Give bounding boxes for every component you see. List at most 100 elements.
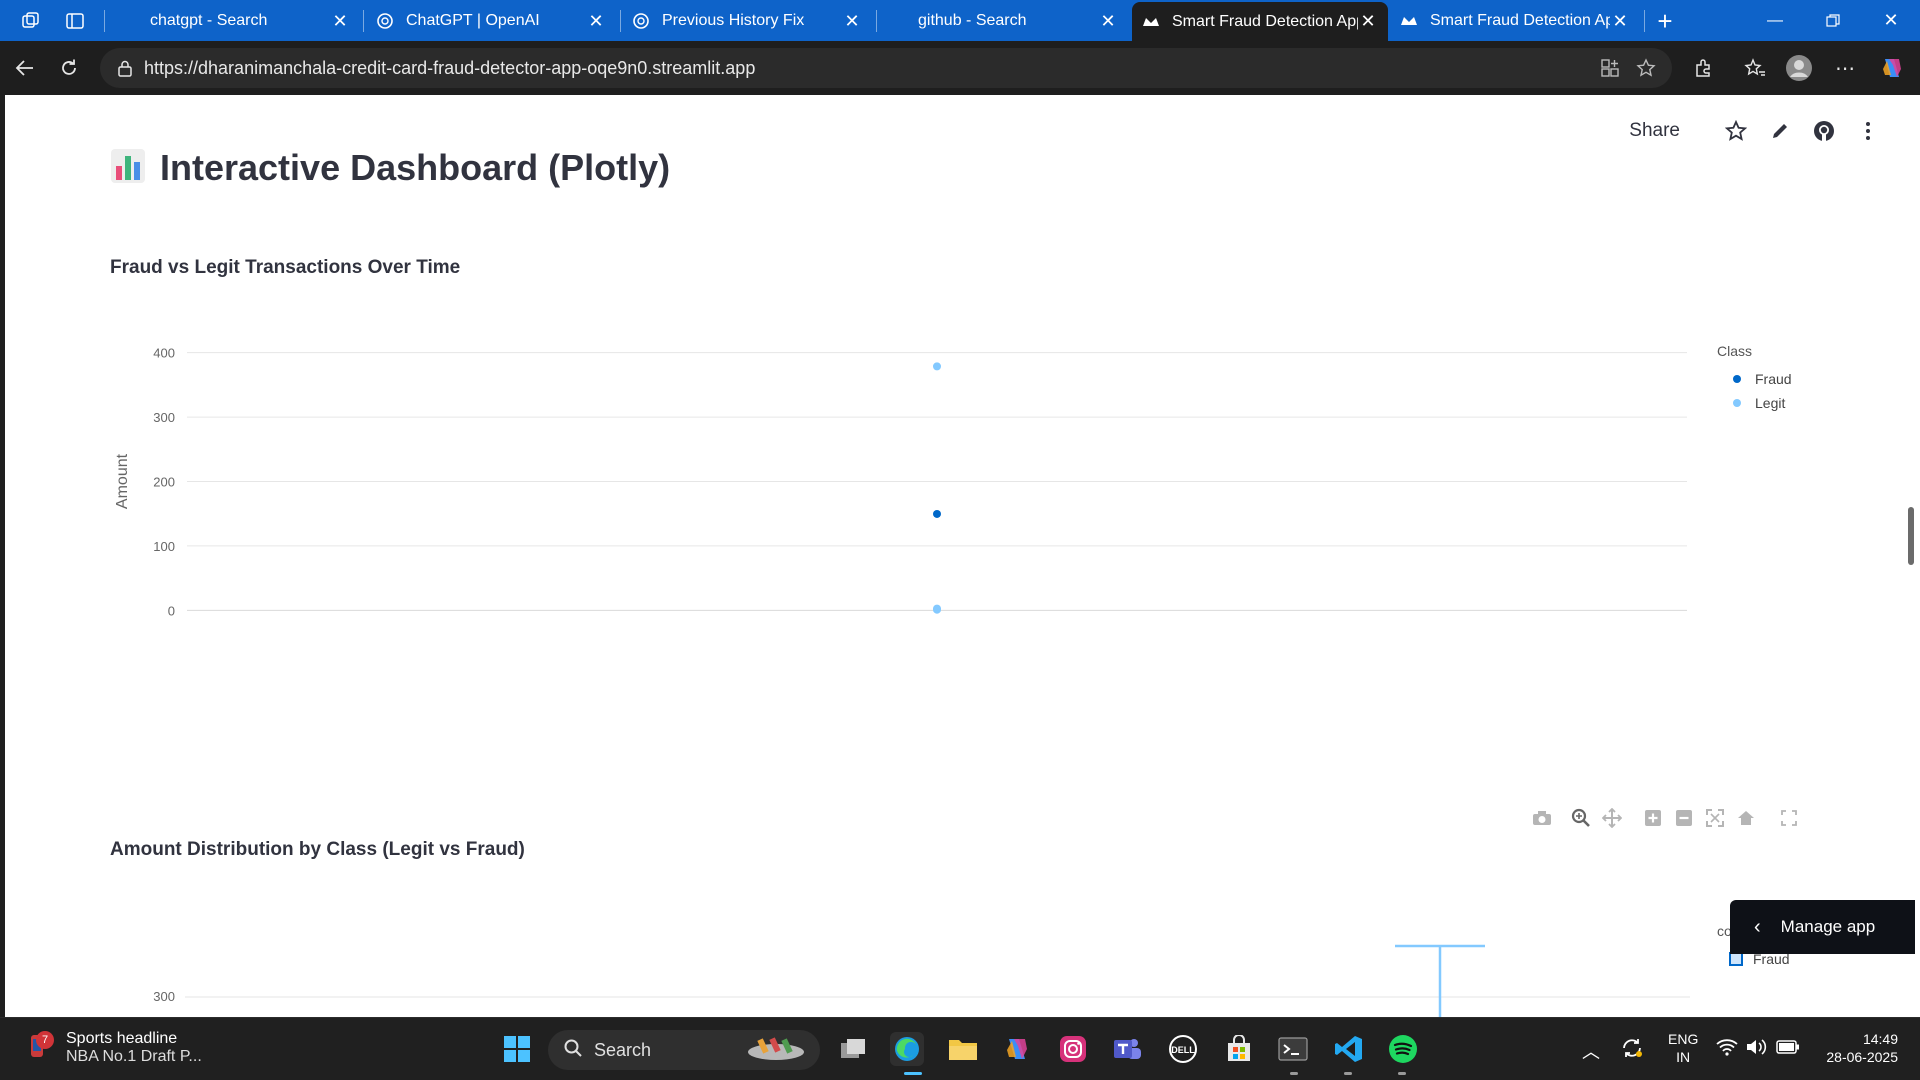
- openai-icon: [632, 12, 650, 30]
- sync-icon[interactable]: [1620, 1036, 1644, 1063]
- y-tick-label: 300: [153, 410, 175, 425]
- zoom-out-icon[interactable]: [1671, 805, 1697, 831]
- search-icon: [564, 1039, 582, 1062]
- pan-icon[interactable]: [1599, 805, 1625, 831]
- close-icon[interactable]: ✕: [1610, 11, 1630, 32]
- more-menu-icon[interactable]: ⋯: [1830, 53, 1860, 83]
- terminal-icon[interactable]: [1276, 1032, 1310, 1066]
- system-clock[interactable]: 14:49 28-06-2025: [1812, 1030, 1898, 1066]
- refresh-icon[interactable]: [54, 53, 84, 83]
- profile-avatar-icon[interactable]: [1784, 53, 1814, 83]
- close-icon[interactable]: ✕: [1098, 11, 1118, 32]
- tab-smart-fraud[interactable]: Smart Fraud Detection App ✕: [1390, 4, 1640, 38]
- tab-title: Smart Fraud Detection App: [1430, 12, 1610, 29]
- data-point-fraud: [933, 509, 941, 518]
- autoscale-icon[interactable]: [1702, 805, 1728, 831]
- battery-icon[interactable]: [1776, 1039, 1800, 1058]
- tab-title: ChatGPT | OpenAI: [406, 12, 540, 29]
- tab-chatgpt-search[interactable]: chatgpt - Search ✕: [110, 4, 360, 38]
- wifi-icon[interactable]: [1716, 1038, 1738, 1059]
- tab-title: chatgpt - Search: [150, 12, 268, 29]
- copilot-app-icon[interactable]: [1000, 1032, 1034, 1066]
- lang-region: IN: [1676, 1049, 1691, 1065]
- chart2-title: Amount Distribution by Class (Legit vs F…: [110, 839, 525, 860]
- streamlit-app: Share Interactive Dashboard (Plotly) Fra…: [5, 95, 1920, 1017]
- legend-item-fraud[interactable]: Fraud: [1717, 367, 1792, 391]
- y-tick-label: 400: [153, 346, 175, 361]
- star-icon[interactable]: [1722, 117, 1750, 145]
- dashboard-title: Interactive Dashboard (Plotly): [160, 147, 671, 188]
- tab-github-search[interactable]: github - Search ✕: [878, 4, 1128, 38]
- close-window-icon[interactable]: ✕: [1862, 0, 1920, 41]
- chevron-left-icon: ‹: [1754, 915, 1761, 938]
- y-tick-label: 0: [168, 603, 175, 618]
- instagram-icon[interactable]: [1056, 1032, 1090, 1066]
- y-tick-label: 200: [153, 475, 175, 490]
- windows-start-icon[interactable]: [500, 1032, 534, 1066]
- tab-title: Smart Fraud Detection App: [1172, 12, 1358, 30]
- zoom-icon[interactable]: [1568, 805, 1594, 831]
- windows-taskbar: 7 Sports headline NBA No.1 Draft P... Se…: [0, 1017, 1920, 1080]
- minimize-icon[interactable]: —: [1746, 0, 1804, 41]
- tab-smart-fraud-active[interactable]: Smart Fraud Detection App ✕: [1132, 2, 1388, 41]
- legend-item-legit[interactable]: Legit: [1717, 391, 1792, 415]
- workspaces-icon[interactable]: [18, 8, 44, 34]
- manage-app-button[interactable]: ‹ Manage app: [1730, 900, 1915, 954]
- file-explorer-icon[interactable]: [946, 1032, 980, 1066]
- openai-icon: [376, 12, 394, 30]
- y-tick-300: 300: [153, 989, 175, 1004]
- lock-icon[interactable]: [116, 59, 134, 77]
- microsoft-store-icon[interactable]: [1222, 1032, 1256, 1066]
- dell-icon[interactable]: DELL: [1166, 1032, 1200, 1066]
- chart1-title: Fraud vs Legit Transactions Over Time: [110, 257, 461, 278]
- tab-chatgpt-openai[interactable]: ChatGPT | OpenAI ✕: [366, 4, 616, 38]
- teams-icon[interactable]: [1110, 1032, 1144, 1066]
- share-button[interactable]: Share: [1629, 120, 1680, 142]
- spotify-icon[interactable]: [1386, 1032, 1420, 1066]
- legend-label: Legit: [1755, 395, 1786, 411]
- clock-date: 28-06-2025: [1826, 1049, 1898, 1065]
- task-view-icon[interactable]: [836, 1032, 870, 1066]
- bar-chart-icon: [110, 148, 146, 189]
- extensions-icon[interactable]: [1688, 53, 1718, 83]
- favorites-icon[interactable]: [1740, 53, 1770, 83]
- tab-previous-history-fix[interactable]: Previous History Fix ✕: [622, 4, 872, 38]
- camera-icon[interactable]: [1529, 805, 1555, 831]
- language-indicator[interactable]: ENG IN: [1668, 1030, 1698, 1066]
- box-chart-partial[interactable]: 300: [105, 915, 1805, 1017]
- close-icon[interactable]: ✕: [842, 11, 862, 32]
- url-text[interactable]: https://dharanimanchala-credit-card-frau…: [144, 58, 1592, 79]
- search-highlight-icon: [746, 1034, 806, 1067]
- close-icon[interactable]: ✕: [330, 11, 350, 32]
- favorite-star-icon[interactable]: [1628, 50, 1664, 86]
- close-icon[interactable]: ✕: [586, 11, 606, 32]
- bing-icon: [120, 12, 138, 30]
- chevron-up-icon[interactable]: ︿: [1582, 1038, 1600, 1064]
- volume-icon[interactable]: [1746, 1038, 1768, 1059]
- fullscreen-icon[interactable]: [1776, 805, 1802, 831]
- zoom-in-icon[interactable]: [1640, 805, 1666, 831]
- reset-axes-home-icon[interactable]: [1733, 805, 1759, 831]
- news-widget-icon: 7: [28, 1031, 54, 1063]
- app-available-icon[interactable]: [1592, 50, 1628, 86]
- news-widget[interactable]: 7 Sports headline NBA No.1 Draft P...: [28, 1030, 202, 1066]
- address-bar[interactable]: https://dharanimanchala-credit-card-frau…: [100, 48, 1672, 88]
- lang-code: ENG: [1668, 1031, 1699, 1047]
- main-menu-icon[interactable]: [1854, 117, 1882, 145]
- edge-browser-icon[interactable]: [890, 1032, 924, 1066]
- taskbar-search[interactable]: Search: [548, 1030, 820, 1070]
- copilot-icon[interactable]: [1877, 53, 1907, 83]
- vertical-tabs-icon[interactable]: [62, 8, 88, 34]
- restore-icon[interactable]: [1804, 0, 1862, 41]
- edit-pencil-icon[interactable]: [1766, 117, 1794, 145]
- legend-label: Fraud: [1755, 371, 1792, 387]
- new-tab-icon[interactable]: +: [1652, 6, 1678, 36]
- page-scrollbar[interactable]: [1908, 507, 1914, 565]
- github-icon[interactable]: [1810, 117, 1838, 145]
- browser-tabstrip: chatgpt - Search ✕ ChatGPT | OpenAI ✕ Pr…: [0, 0, 1920, 41]
- back-icon[interactable]: [10, 53, 40, 83]
- vscode-icon[interactable]: [1332, 1032, 1366, 1066]
- chart1-legend[interactable]: Class Fraud Legit: [1717, 343, 1792, 415]
- close-icon[interactable]: ✕: [1358, 11, 1378, 32]
- scatter-chart[interactable]: 0100200300400−1−0.500.51TimeAmount: [105, 315, 1805, 645]
